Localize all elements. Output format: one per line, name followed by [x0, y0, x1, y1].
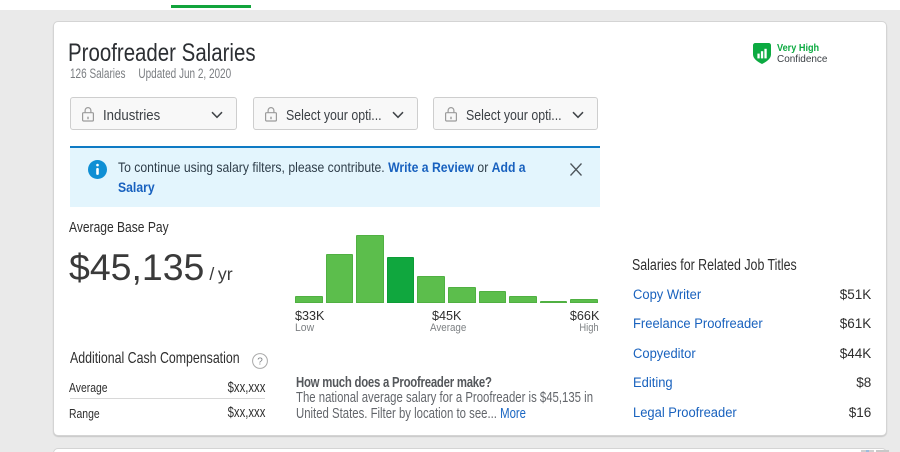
svg-text:?: ? [257, 357, 263, 368]
